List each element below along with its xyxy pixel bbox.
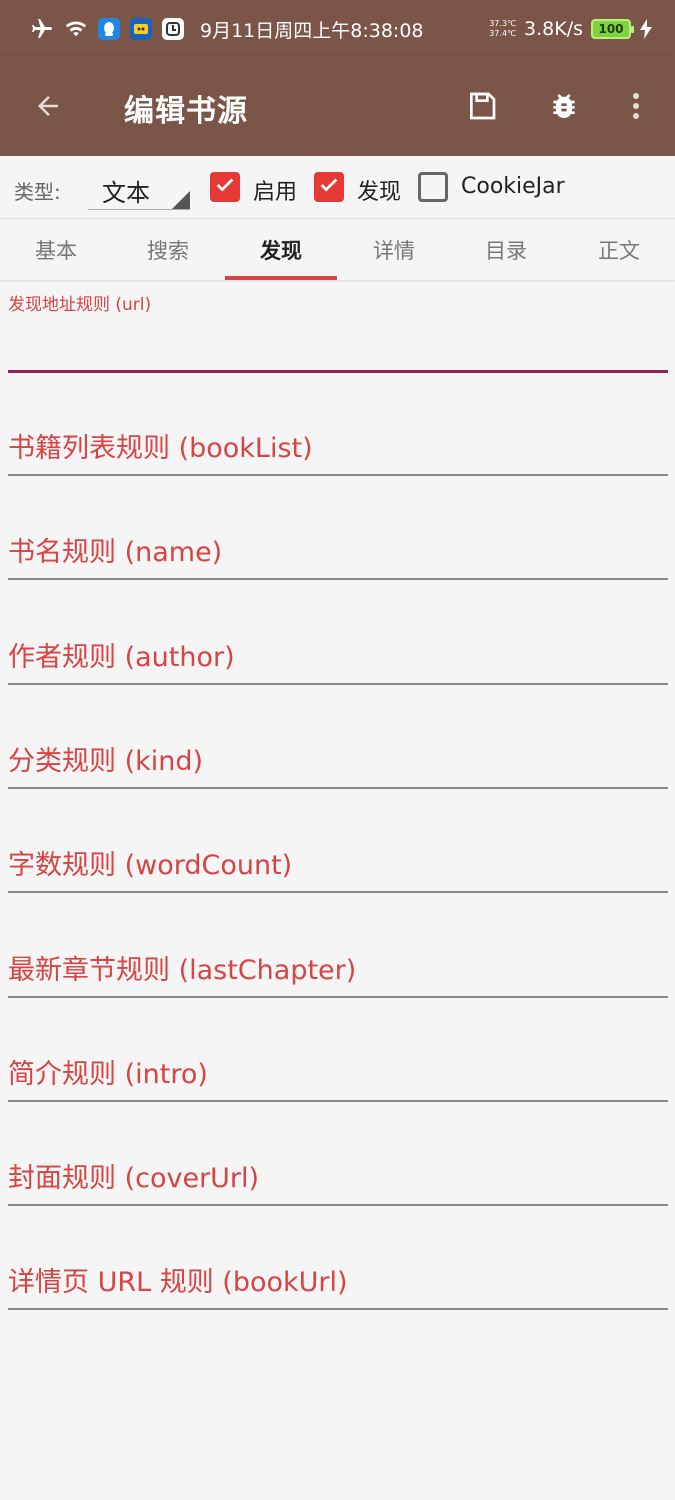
check-icon xyxy=(318,174,340,200)
net-speed: 3.8K/s xyxy=(524,18,583,40)
focus-underline xyxy=(8,370,668,373)
sync-icon xyxy=(162,18,184,40)
booklist-rule-field[interactable]: 书籍列表规则 (bookList) xyxy=(8,416,668,476)
field-underline xyxy=(8,996,668,998)
wordcount-rule-field[interactable]: 字数规则 (wordCount) xyxy=(8,833,668,893)
discover-url-label: 发现地址规则 (url) xyxy=(8,295,152,315)
field-underline xyxy=(8,891,668,893)
field-hint: 详情页 URL 规则 (bookUrl) xyxy=(8,1267,348,1298)
charging-icon xyxy=(639,17,653,41)
more-vert-icon xyxy=(624,90,648,126)
field-underline xyxy=(8,578,668,580)
temp-top: 37.3℃ xyxy=(489,19,517,28)
tab-bar: 基本 搜索 发现 详情 目录 正文 xyxy=(0,218,675,280)
type-value: 文本 xyxy=(102,179,150,207)
field-hint: 分类规则 (kind) xyxy=(8,746,204,777)
field-underline xyxy=(8,1100,668,1102)
type-dropdown[interactable]: 文本 xyxy=(88,164,190,210)
discover-label[interactable]: 发现 xyxy=(357,174,401,206)
battery-level: 100 xyxy=(598,22,624,36)
tab-search[interactable]: 搜索 xyxy=(112,219,224,281)
source-options-row: 类型: 文本 启用 发现 CookieJar xyxy=(0,156,675,218)
back-arrow-icon xyxy=(33,91,63,125)
field-underline xyxy=(8,474,668,476)
cookiejar-label[interactable]: CookieJar xyxy=(461,174,565,199)
back-button[interactable] xyxy=(24,84,72,132)
field-hint: 最新章节规则 (lastChapter) xyxy=(8,955,357,986)
save-button[interactable] xyxy=(458,84,506,132)
wifi-icon xyxy=(64,17,88,41)
debug-bug-icon xyxy=(548,90,580,126)
status-time: 9月11日周四上午8:38:08 xyxy=(200,19,424,42)
field-hint: 简介规则 (intro) xyxy=(8,1059,208,1090)
tab-detail[interactable]: 详情 xyxy=(338,219,450,281)
debug-button[interactable] xyxy=(540,84,588,132)
dropdown-triangle-icon xyxy=(172,191,190,209)
temp-bottom: 37.4℃ xyxy=(489,29,517,38)
qq-icon xyxy=(98,18,120,40)
tab-content[interactable]: 正文 xyxy=(563,219,675,281)
intro-rule-field[interactable]: 简介规则 (intro) xyxy=(8,1042,668,1102)
kind-rule-field[interactable]: 分类规则 (kind) xyxy=(8,729,668,789)
field-hint: 作者规则 (author) xyxy=(8,642,235,673)
save-icon xyxy=(466,90,498,126)
coverurl-rule-field[interactable]: 封面规则 (coverUrl) xyxy=(8,1146,668,1206)
status-right: 37.3℃ 37.4℃ 3.8K/s 100 xyxy=(489,14,653,44)
discover-checkbox[interactable] xyxy=(314,172,344,202)
author-rule-field[interactable]: 作者规则 (author) xyxy=(8,625,668,685)
app-icon xyxy=(130,18,152,40)
cookiejar-checkbox[interactable] xyxy=(418,172,448,202)
tab-indicator xyxy=(225,276,337,280)
status-bar: 9月11日周四上午8:38:08 37.3℃ 37.4℃ 3.8K/s 100 xyxy=(0,0,675,56)
airplane-icon xyxy=(30,17,54,41)
field-hint: 字数规则 (wordCount) xyxy=(8,850,293,881)
tab-discover[interactable]: 发现 xyxy=(225,219,337,281)
discover-url-input[interactable] xyxy=(8,316,668,370)
name-rule-field[interactable]: 书名规则 (name) xyxy=(8,520,668,580)
field-underline xyxy=(8,1308,668,1310)
bookurl-rule-field[interactable]: 详情页 URL 规则 (bookUrl) xyxy=(8,1250,668,1310)
field-underline xyxy=(8,787,668,789)
field-hint: 书籍列表规则 (bookList) xyxy=(8,433,313,464)
page-title: 编辑书源 xyxy=(124,94,248,129)
temperature-readout: 37.3℃ 37.4℃ xyxy=(489,19,516,39)
lastchapter-rule-field[interactable]: 最新章节规则 (lastChapter) xyxy=(8,938,668,998)
tab-toc[interactable]: 目录 xyxy=(450,219,562,281)
type-label: 类型: xyxy=(14,180,61,204)
field-hint: 书名规则 (name) xyxy=(8,537,223,568)
field-hint: 封面规则 (coverUrl) xyxy=(8,1163,260,1194)
battery-icon: 100 xyxy=(591,19,634,39)
app-toolbar: 编辑书源 xyxy=(0,56,675,156)
status-left: 9月11日周四上午8:38:08 xyxy=(30,14,424,44)
field-underline xyxy=(8,1204,668,1206)
tab-basic[interactable]: 基本 xyxy=(0,219,112,281)
more-options-button[interactable] xyxy=(612,84,660,132)
field-underline xyxy=(8,683,668,685)
enable-label[interactable]: 启用 xyxy=(253,174,297,206)
enable-checkbox[interactable] xyxy=(210,172,240,202)
check-icon xyxy=(214,174,236,200)
